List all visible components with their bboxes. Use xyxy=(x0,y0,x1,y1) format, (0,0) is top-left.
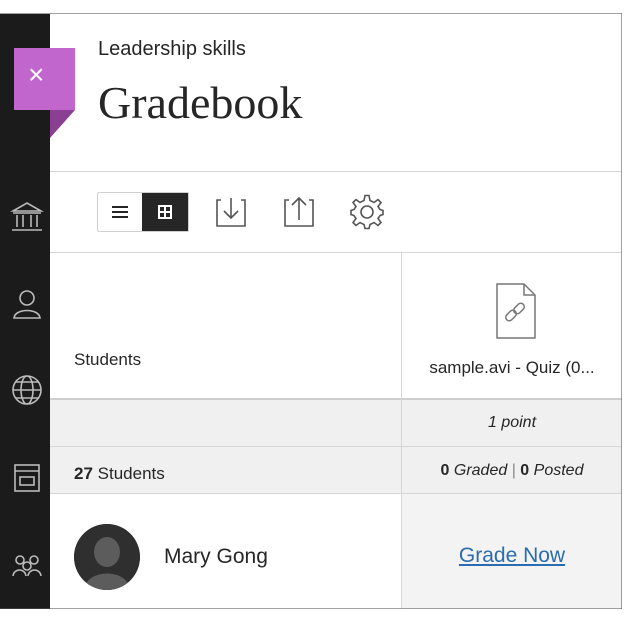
gradebook-panel: × Leadership skills Gradebook Students 2… xyxy=(0,0,634,617)
summary-row: 27 Students xyxy=(50,447,401,494)
graded-summary-cell: 0 Graded | 0 Posted xyxy=(402,447,622,494)
item-header[interactable]: sample.avi - Quiz (0... xyxy=(402,253,622,400)
graded-posted-status: 0 Graded | 0 Posted xyxy=(440,462,584,479)
profile-icon[interactable] xyxy=(9,286,45,322)
quiz-column: sample.avi - Quiz (0... 1 point 0 Graded… xyxy=(402,253,622,609)
list-view-icon xyxy=(112,206,128,218)
download-button[interactable] xyxy=(211,192,251,232)
grade-cell: Grade Now xyxy=(402,494,622,609)
page-header: Leadership skills Gradebook xyxy=(50,14,622,172)
upload-button[interactable] xyxy=(279,192,319,232)
course-title: Leadership skills xyxy=(98,38,246,60)
upload-icon xyxy=(284,196,314,227)
item-title: sample.avi - Quiz (0... xyxy=(429,358,595,377)
avatar xyxy=(74,524,140,590)
link-document-icon xyxy=(496,283,536,339)
page-title: Gradebook xyxy=(98,77,303,128)
gradebook-toolbar xyxy=(50,172,622,253)
student-name[interactable]: Mary Gong xyxy=(164,545,268,569)
institution-icon[interactable] xyxy=(9,199,45,235)
list-view-button[interactable] xyxy=(98,193,142,231)
calendar-icon[interactable] xyxy=(9,459,45,495)
globe-icon[interactable] xyxy=(9,372,45,408)
torn-edge-right xyxy=(621,13,622,609)
table-row[interactable]: Mary Gong xyxy=(50,494,401,609)
torn-edge-top xyxy=(0,13,622,14)
students-column-header[interactable]: Students xyxy=(74,350,141,370)
groups-icon[interactable] xyxy=(9,546,45,582)
close-icon: × xyxy=(28,59,45,90)
points-cell: 1 point xyxy=(402,400,622,447)
item-points: 1 point xyxy=(487,414,537,431)
grade-now-link[interactable]: Grade Now xyxy=(402,544,622,568)
students-column: Students 27 Students Mary Gong xyxy=(50,253,401,609)
grid-view-icon xyxy=(158,205,172,219)
grid-view-button[interactable] xyxy=(142,193,188,231)
students-count: 27 Students xyxy=(74,464,165,483)
view-toggle xyxy=(97,192,189,232)
table-header-row: Students xyxy=(50,253,401,400)
grades-table: Students 27 Students Mary Gong sample.av… xyxy=(50,253,622,609)
gear-icon xyxy=(350,194,384,230)
torn-edge-bottom xyxy=(0,608,622,609)
download-icon xyxy=(216,198,246,227)
points-row xyxy=(50,400,401,447)
settings-button[interactable] xyxy=(347,192,387,232)
